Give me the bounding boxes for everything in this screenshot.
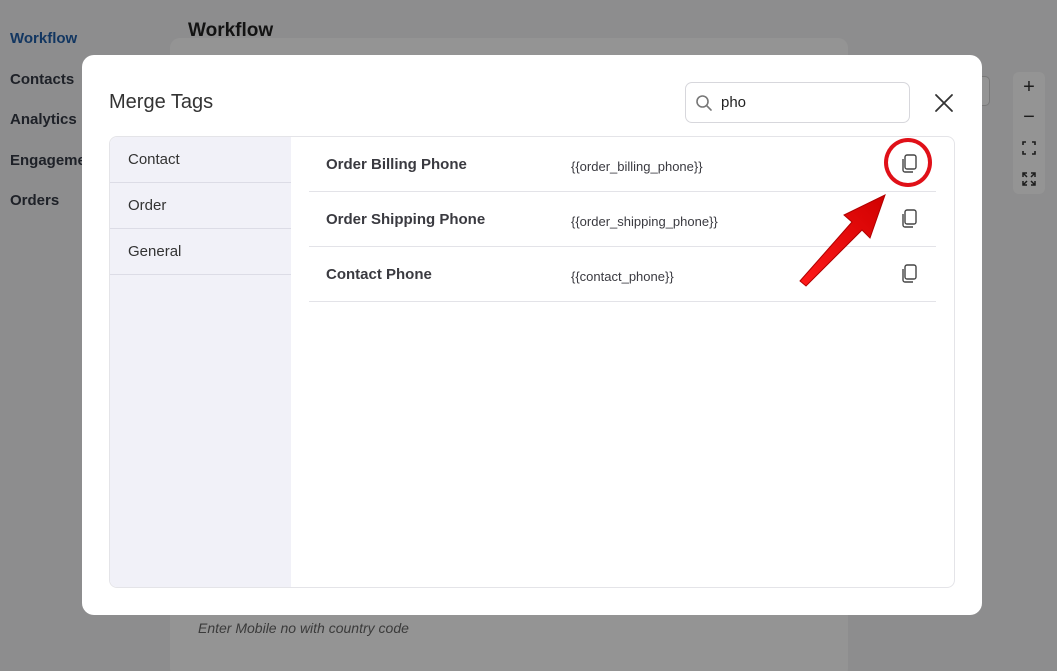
category-item-order[interactable]: Order xyxy=(110,183,291,229)
search-box[interactable] xyxy=(685,82,910,123)
tag-label: Order Shipping Phone xyxy=(326,211,486,228)
search-input[interactable] xyxy=(721,94,901,111)
category-list: Contact Order General xyxy=(110,137,291,587)
modal-title: Merge Tags xyxy=(109,91,214,113)
copy-icon[interactable] xyxy=(898,207,920,231)
category-item-contact[interactable]: Contact xyxy=(110,137,291,183)
copy-icon[interactable] xyxy=(898,262,920,286)
tag-code: {{contact_phone}} xyxy=(571,269,674,284)
annotation-arrow-icon xyxy=(799,194,886,287)
search-icon xyxy=(695,94,713,112)
tag-code: {{order_shipping_phone}} xyxy=(571,214,718,229)
tag-label: Contact Phone xyxy=(326,266,432,283)
merge-tags-modal: Merge Tags Contact Order General Order B… xyxy=(82,55,982,615)
tag-code: {{order_billing_phone}} xyxy=(571,159,703,174)
close-icon[interactable] xyxy=(932,91,956,115)
category-item-general[interactable]: General xyxy=(110,229,291,275)
tag-label: Order Billing Phone xyxy=(326,156,467,173)
